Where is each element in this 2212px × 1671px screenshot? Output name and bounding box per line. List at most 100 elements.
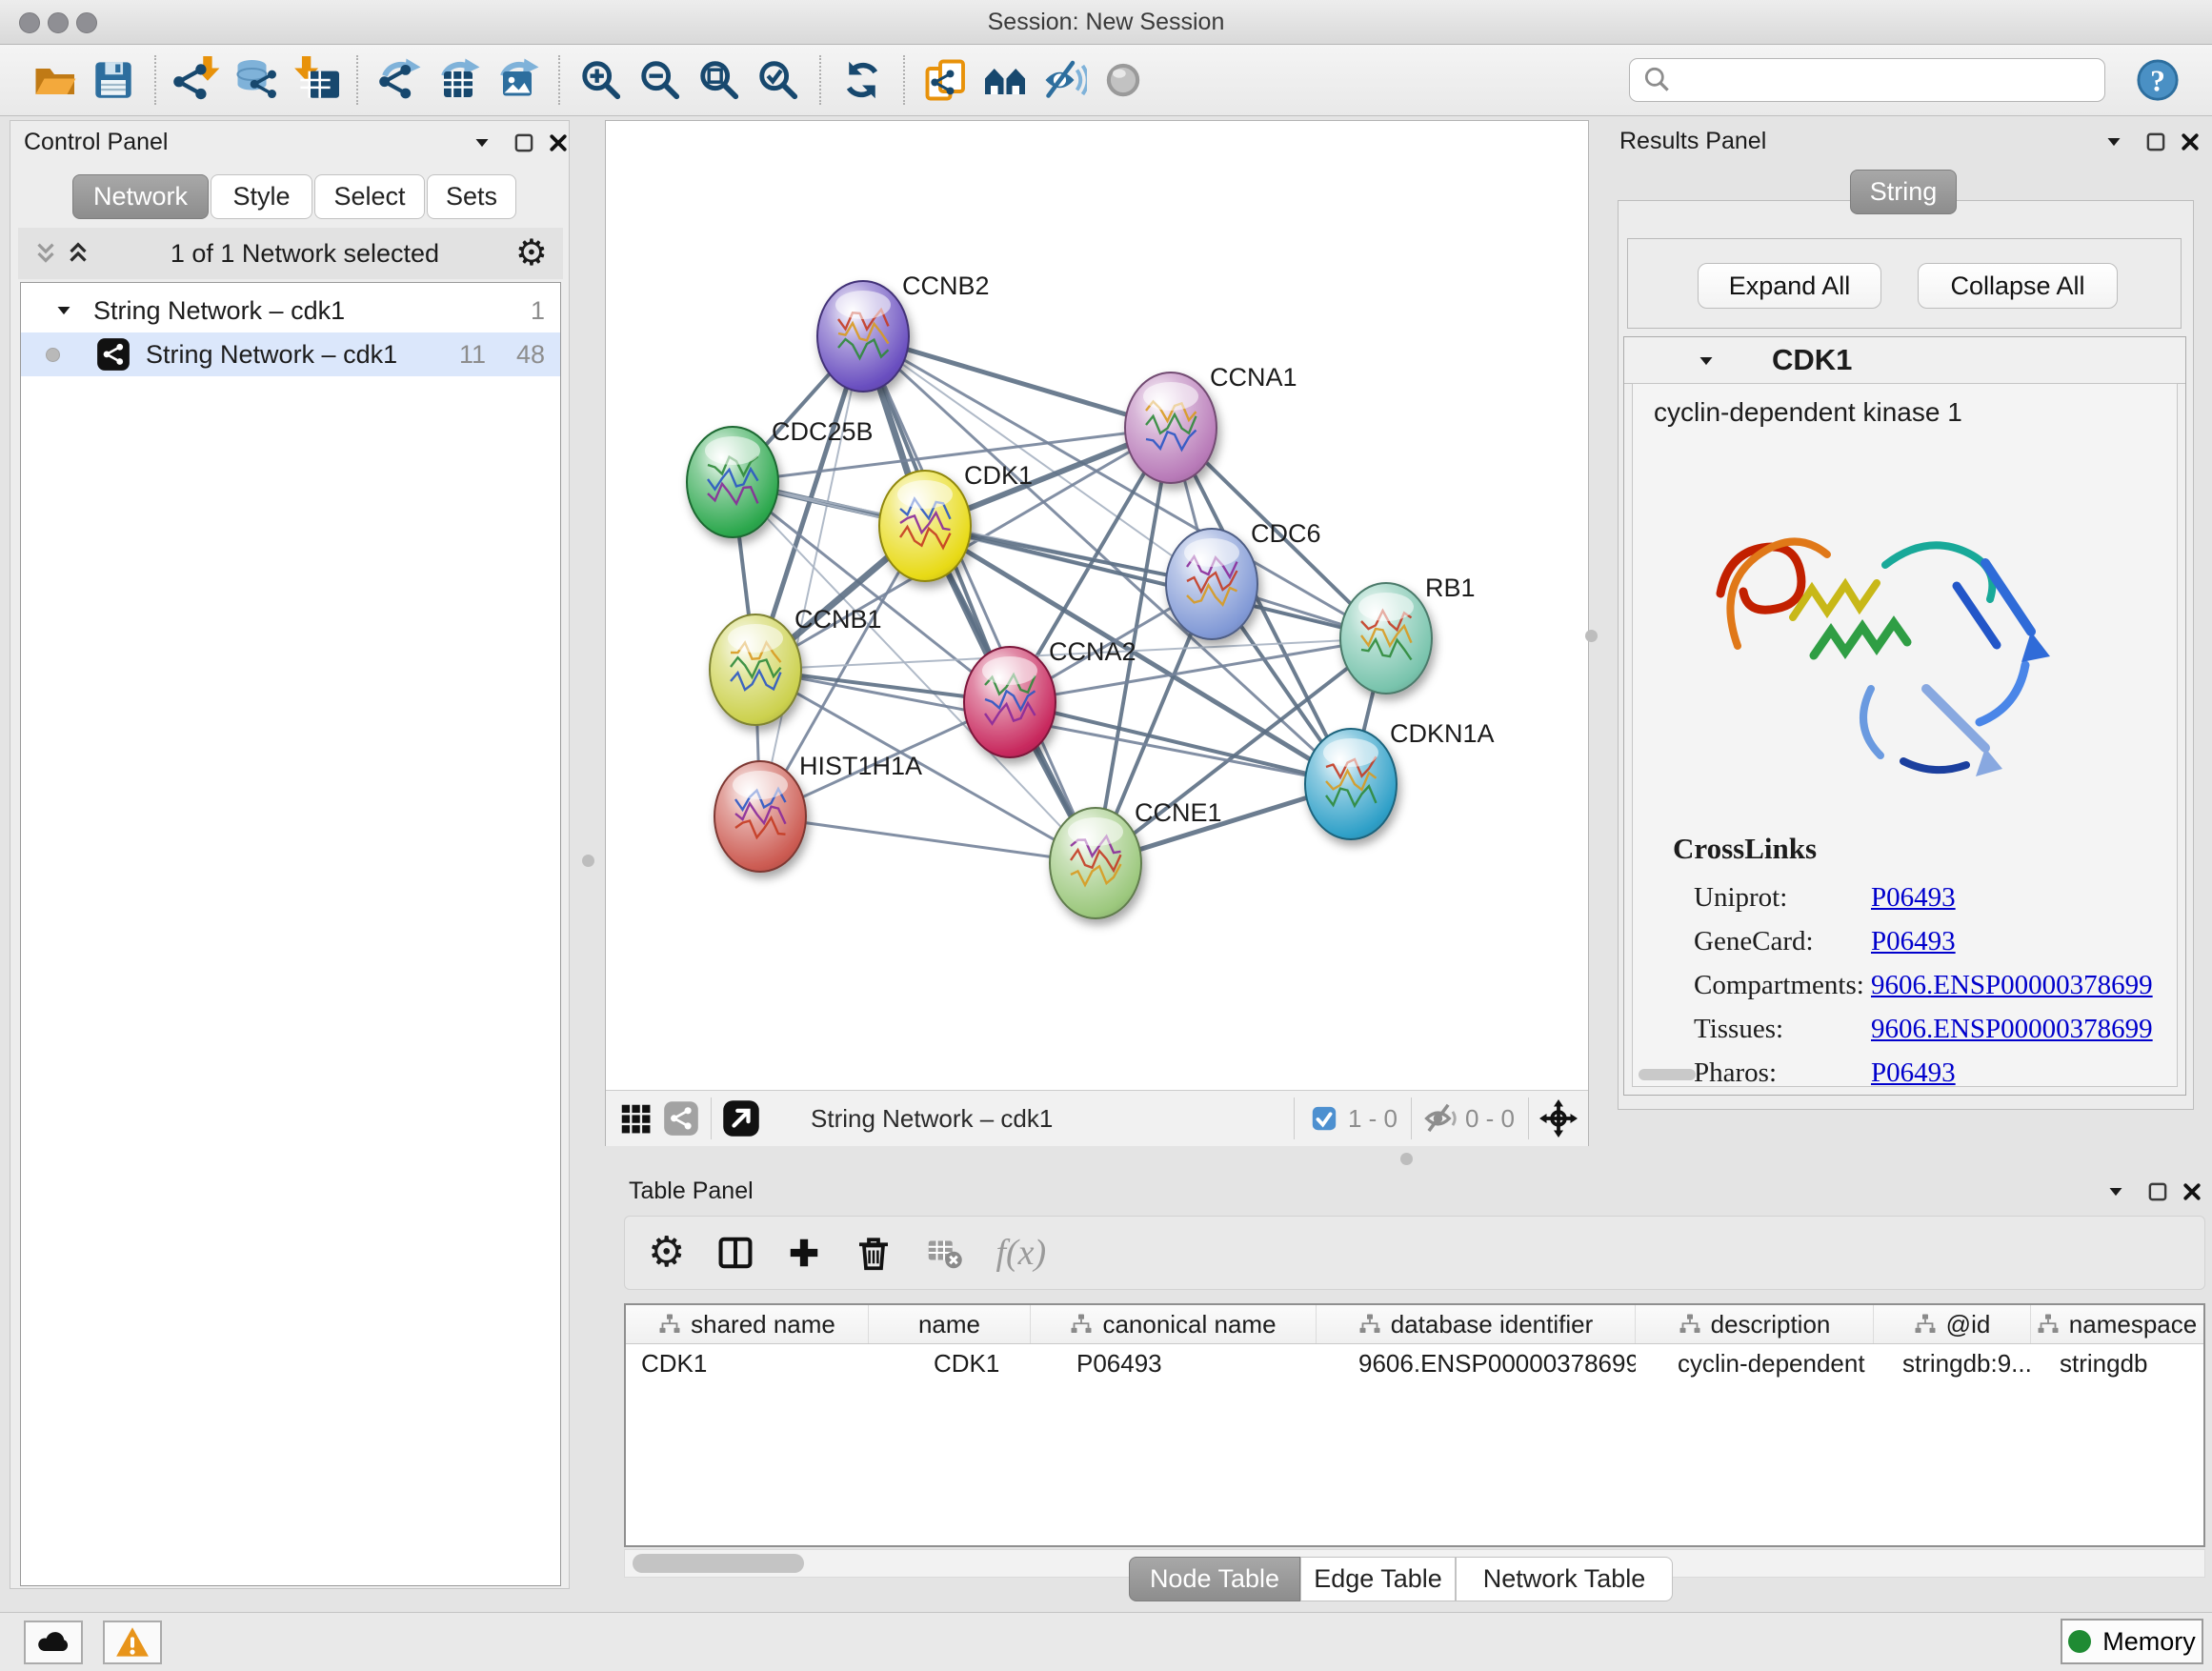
network-node-CDC6[interactable]: [1166, 529, 1257, 639]
column-header[interactable]: name: [869, 1305, 1031, 1343]
collapse-all-button[interactable]: Collapse All: [1918, 263, 2118, 309]
import-network-from-database-button[interactable]: [227, 50, 286, 110]
results-panel-float-button[interactable]: [2140, 126, 2172, 158]
network-canvas[interactable]: CCNB2CCNA1CDC25BCDK1CDC6RB1CCNB1CCNA2HIS…: [606, 121, 1588, 1090]
column-header[interactable]: shared name: [626, 1305, 869, 1343]
cloud-status-button[interactable]: [24, 1621, 83, 1664]
control-panel-close-button[interactable]: [542, 127, 574, 159]
network-node-CCNB2[interactable]: [817, 281, 909, 392]
crosslink-value[interactable]: 9606.ENSP00000378699: [1871, 1014, 2153, 1045]
column-header[interactable]: canonical name: [1031, 1305, 1317, 1343]
grid-view-button[interactable]: [619, 1102, 652, 1135]
birds-eye-view-button[interactable]: [1542, 1102, 1575, 1135]
export-image-button[interactable]: [488, 50, 547, 110]
network-node-CCNA2[interactable]: [964, 647, 1056, 757]
import-table-from-file-button[interactable]: [286, 50, 345, 110]
results-panel-close-button[interactable]: [2174, 126, 2206, 158]
function-builder-icon[interactable]: f(x): [995, 1232, 1046, 1274]
crosslink-value[interactable]: 9606.ENSP00000378699: [1871, 970, 2153, 1001]
protein-section-header[interactable]: CDK1: [1624, 337, 2185, 384]
apply-preferred-layout-button[interactable]: [833, 50, 892, 110]
expand-all-networks-button[interactable]: [62, 237, 94, 270]
crosslink-value[interactable]: P06493: [1871, 926, 1956, 957]
export-network-button[interactable]: [370, 50, 429, 110]
tab-string[interactable]: String: [1850, 170, 1957, 214]
results-scrollbar-thumb[interactable]: [1639, 1069, 1696, 1080]
zoom-selected-button[interactable]: [749, 50, 808, 110]
splitter-handle[interactable]: [1585, 630, 1598, 642]
network-edge[interactable]: [863, 336, 1171, 428]
results-panel-menu-button[interactable]: [2098, 126, 2130, 158]
tab-sets[interactable]: Sets: [427, 174, 516, 219]
fit-content-button[interactable]: [690, 50, 749, 110]
add-column-icon[interactable]: [786, 1235, 822, 1271]
table-panel-float-button[interactable]: [2142, 1176, 2174, 1208]
table-panel-menu-button[interactable]: [2100, 1176, 2132, 1208]
column-header[interactable]: @id: [1874, 1305, 2031, 1343]
selected-checkbox[interactable]: [1308, 1102, 1340, 1135]
expand-all-button[interactable]: Expand All: [1698, 263, 1881, 309]
crosslink-value[interactable]: P06493: [1871, 882, 1956, 914]
new-network-from-selection-button[interactable]: [916, 50, 975, 110]
warnings-button[interactable]: [103, 1621, 162, 1664]
protein-description: cyclin-dependent kinase 1: [1654, 397, 1962, 428]
show-all-button[interactable]: [1094, 50, 1153, 110]
network-edge[interactable]: [760, 336, 863, 816]
section-expand-icon: [1694, 349, 1719, 373]
search-input[interactable]: [1674, 60, 2093, 100]
tab-edge-table[interactable]: Edge Table: [1300, 1557, 1456, 1601]
network-node-CCNE1[interactable]: [1050, 808, 1141, 918]
hidden-toggle[interactable]: [1425, 1102, 1458, 1135]
table-row[interactable]: CDK1 CDK1 P06493 9606.ENSP00000378699 cy…: [626, 1344, 2203, 1382]
save-session-button[interactable]: [84, 50, 143, 110]
network-edge[interactable]: [863, 336, 1096, 863]
zoom-out-button[interactable]: [631, 50, 690, 110]
delete-table-icon[interactable]: [925, 1234, 963, 1272]
help-button[interactable]: ?: [2128, 50, 2187, 110]
export-table-button[interactable]: [429, 50, 488, 110]
network-options-gear-icon[interactable]: ⚙: [515, 235, 548, 272]
network-collection-row[interactable]: String Network – cdk1 1: [21, 289, 560, 332]
detach-view-button[interactable]: [725, 1102, 757, 1135]
column-header[interactable]: database identifier: [1317, 1305, 1636, 1343]
hide-selected-button[interactable]: [1035, 50, 1094, 110]
network-node-RB1[interactable]: [1340, 583, 1432, 694]
network-status-dot: [46, 348, 60, 362]
show-columns-icon[interactable]: [717, 1235, 754, 1271]
control-panel-menu-button[interactable]: [466, 127, 498, 159]
tab-network-table[interactable]: Network Table: [1456, 1557, 1673, 1601]
network-node-CCNB1[interactable]: [710, 614, 801, 725]
network-type-button[interactable]: [665, 1102, 697, 1135]
crosslink-value[interactable]: P06493: [1871, 1057, 1956, 1089]
column-header[interactable]: description: [1636, 1305, 1874, 1343]
collapse-all-networks-button[interactable]: [30, 237, 62, 270]
network-node-CDKN1A[interactable]: [1305, 729, 1397, 839]
table-cell: 9606.ENSP00000378699: [1317, 1344, 1636, 1382]
control-panel-float-button[interactable]: [508, 127, 540, 159]
table-panel: Table Panel ⚙ f(x) shared name name cano…: [617, 1172, 2212, 1591]
open-session-button[interactable]: [25, 50, 84, 110]
import-network-from-file-button[interactable]: [168, 50, 227, 110]
tab-style[interactable]: Style: [211, 174, 312, 219]
first-neighbors-button[interactable]: [975, 50, 1035, 110]
tab-network[interactable]: Network: [72, 174, 209, 219]
tab-node-table[interactable]: Node Table: [1129, 1557, 1300, 1601]
table-hscrollbar-thumb[interactable]: [633, 1554, 804, 1573]
table-settings-gear-icon[interactable]: ⚙: [648, 1232, 685, 1274]
column-header[interactable]: namespace: [2031, 1305, 2202, 1343]
splitter-handle[interactable]: [1400, 1153, 1413, 1165]
network-node-CCNA1[interactable]: [1125, 372, 1217, 483]
delete-column-icon[interactable]: [855, 1234, 893, 1272]
network-edge[interactable]: [760, 816, 1096, 863]
splitter-handle[interactable]: [582, 855, 594, 867]
network-node-HIST1H1A[interactable]: [714, 761, 806, 872]
tab-select[interactable]: Select: [314, 174, 425, 219]
memory-button[interactable]: Memory: [2061, 1619, 2203, 1664]
network-row[interactable]: String Network – cdk1 11 48: [21, 332, 560, 376]
network-node-CDC25B[interactable]: [687, 427, 778, 537]
zoom-in-button[interactable]: [572, 50, 631, 110]
network-edge[interactable]: [1010, 702, 1351, 784]
table-panel-close-button[interactable]: [2176, 1176, 2208, 1208]
network-node-CDK1[interactable]: [879, 471, 971, 581]
network-graph-svg[interactable]: CCNB2CCNA1CDC25BCDK1CDC6RB1CCNB1CCNA2HIS…: [606, 121, 1588, 1090]
